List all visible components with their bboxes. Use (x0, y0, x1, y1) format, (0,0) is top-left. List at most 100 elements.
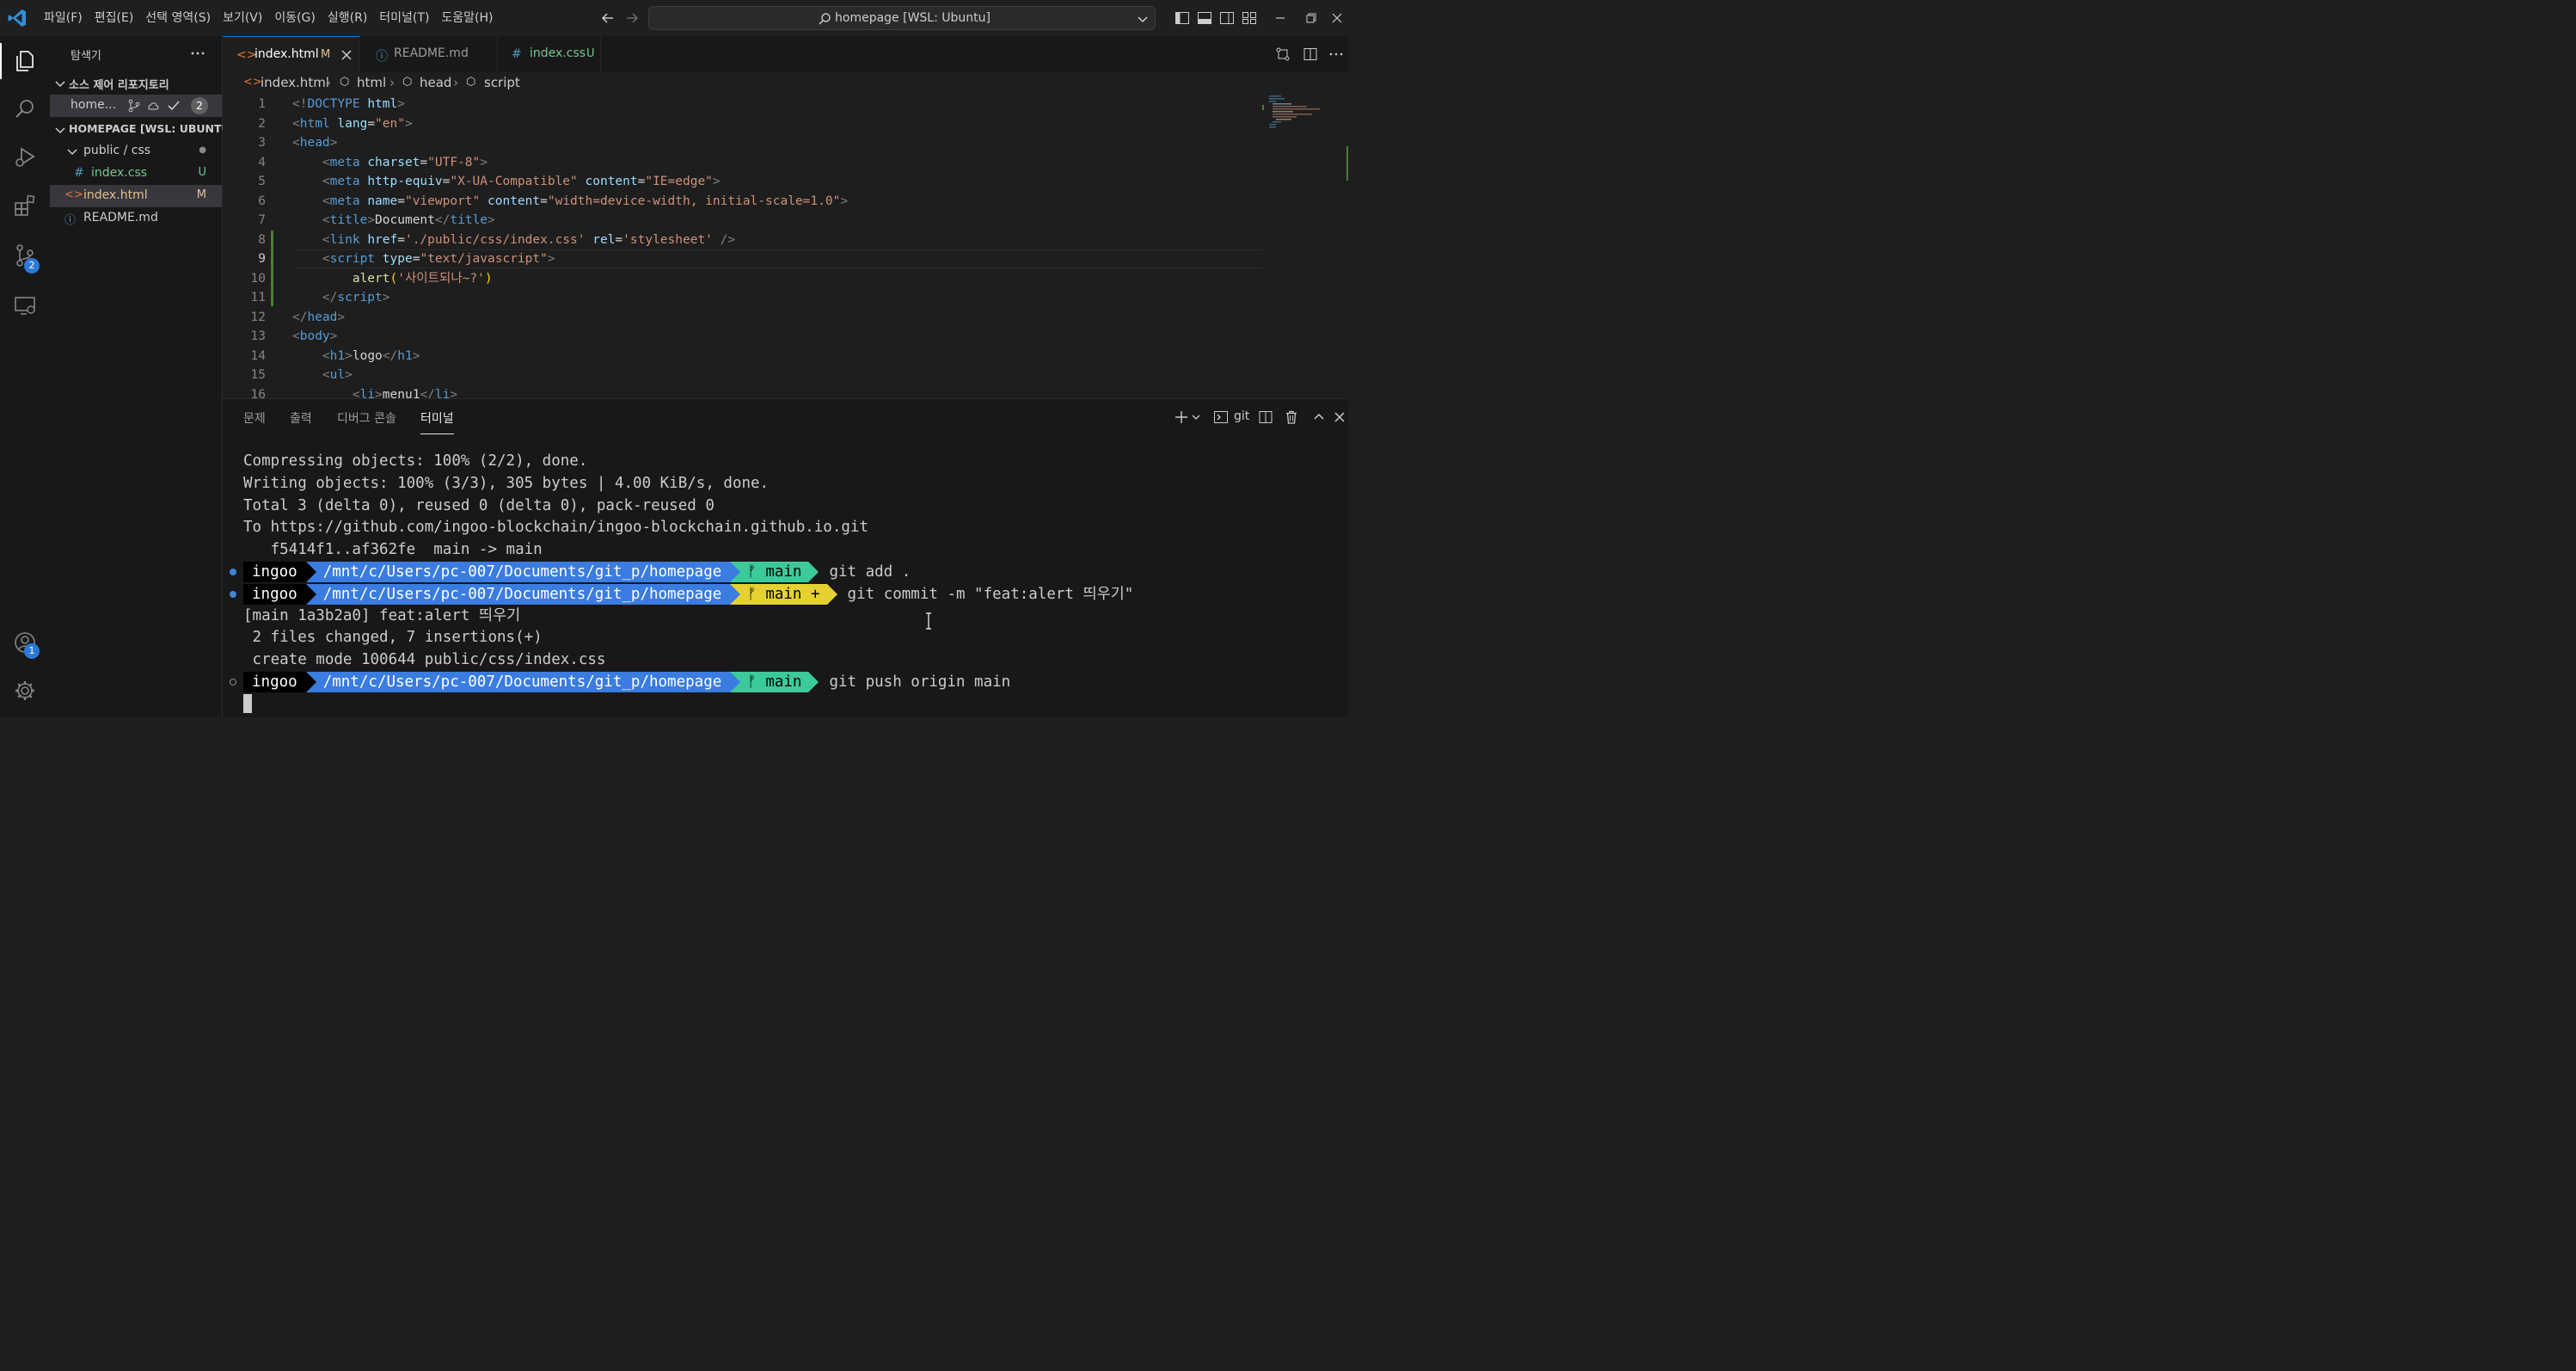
code-line[interactable]: 8 <link href='./public/css/index.css' re… (223, 231, 1348, 249)
extensions-icon (15, 194, 35, 216)
code-line[interactable]: 2 <html lang="en"> (223, 114, 1348, 133)
code-line[interactable]: 4 <meta charset="UTF-8"> (223, 153, 1348, 172)
trash-icon[interactable] (1284, 409, 1299, 425)
cloud-sync-icon[interactable] (146, 99, 160, 113)
panel-tab-debug-console[interactable]: 디버그 콘솔 (337, 409, 396, 427)
code-line[interactable]: 10 alert('사이트되나~?') (223, 269, 1348, 288)
tab-readme[interactable]: ⓘ README.md (360, 36, 498, 72)
restore-icon[interactable] (1303, 10, 1319, 26)
panel-tab-output[interactable]: 출력 (290, 409, 312, 427)
terminal-profile-label[interactable]: git (1234, 409, 1249, 423)
maximize-panel-icon[interactable] (1311, 409, 1327, 425)
line-number: 9 (258, 252, 266, 266)
search-icon (15, 100, 34, 118)
prompt-command: git commit -m "feat:alert 띄우기" (847, 586, 1134, 603)
git-branch-icon[interactable] (127, 99, 141, 113)
activity-run-debug[interactable] (0, 136, 50, 179)
activity-source-control[interactable]: 2 (0, 234, 50, 277)
command-success-dot[interactable] (230, 591, 236, 598)
code-line[interactable]: 5 <meta http-equiv="X-UA-Compatible" con… (223, 172, 1348, 191)
command-center[interactable]: homepage [WSL: Ubuntu] (648, 6, 1156, 30)
menu-view[interactable]: 보기(V) (217, 0, 268, 36)
tree-item-index-css[interactable]: # index.css U (50, 163, 222, 185)
breadcrumb-html[interactable]: html (357, 75, 386, 90)
customize-layout-icon[interactable] (1242, 10, 1257, 26)
breadcrumb-file[interactable]: index.html (261, 75, 329, 90)
menu-run[interactable]: 실행(R) (322, 0, 373, 36)
chevron-down-icon[interactable] (1191, 409, 1201, 425)
chevron-down-icon[interactable] (1136, 12, 1150, 26)
toggle-secondary-sidebar-icon[interactable] (1219, 10, 1235, 26)
menu-file[interactable]: 파일(F) (38, 0, 89, 36)
activity-accounts[interactable]: 1 (0, 621, 50, 664)
panel-tab-terminal[interactable]: 터미널 (420, 409, 454, 434)
code-token: = (367, 116, 376, 131)
code-line[interactable]: 1 <!DOCTYPE html> (223, 95, 1348, 114)
terminal-prompt: ingoo /mnt/c/Users/pc-007/Documents/git_… (243, 584, 1133, 605)
menu-go[interactable]: 이동(G) (268, 0, 322, 36)
tab-index-css[interactable]: # index.css U (498, 36, 601, 72)
scm-repo-name: home... (71, 98, 117, 112)
code-editor[interactable]: 1 <!DOCTYPE html> 2 <html lang="en"> 3 <head>… (223, 95, 1348, 398)
code-token: "X-UA-Compatible" (450, 175, 578, 188)
code-token: head (299, 136, 330, 150)
more-actions-icon[interactable] (1328, 46, 1344, 62)
activity-remote-explorer[interactable] (0, 284, 50, 327)
tree-item-index-html[interactable]: <> index.html M (50, 185, 222, 207)
breadcrumb-head[interactable]: head (420, 75, 451, 90)
more-actions-icon[interactable] (189, 46, 206, 60)
menu-help[interactable]: 도움말(H) (435, 0, 499, 36)
command-success-dot[interactable] (230, 569, 236, 575)
toggle-panel-icon[interactable] (1197, 10, 1212, 26)
tree-item-readme[interactable]: ⓘ README.md (50, 207, 222, 230)
scm-repo-row[interactable]: home... 2 (50, 95, 222, 117)
open-changes-icon[interactable] (1275, 46, 1291, 62)
activity-extensions[interactable] (0, 184, 50, 227)
code-line[interactable]: 15 <ul> (223, 366, 1348, 384)
code-token: < (292, 116, 300, 131)
arrow-right-icon[interactable] (624, 10, 640, 26)
folder-section-header[interactable]: HOMEPAGE [WSL: UBUNTU] (50, 119, 235, 141)
arrow-left-icon[interactable] (600, 10, 616, 26)
code-token: > (397, 97, 405, 111)
new-terminal-icon[interactable] (1174, 409, 1189, 425)
close-panel-icon[interactable] (1332, 409, 1347, 425)
code-line[interactable]: 6 <meta name="viewport" content="width=d… (223, 192, 1348, 211)
menu-edit[interactable]: 편집(E) (89, 0, 140, 36)
split-terminal-icon[interactable] (1258, 409, 1273, 425)
close-icon[interactable] (340, 49, 353, 61)
breadcrumb-script[interactable]: script (484, 75, 520, 90)
menu-terminal[interactable]: 터미널(T) (373, 0, 435, 36)
activity-manage[interactable] (0, 669, 50, 712)
code-line[interactable]: 7 <title>Document</title> (223, 211, 1348, 230)
code-line[interactable]: 14 <h1>logo</h1> (223, 347, 1348, 366)
code-line[interactable]: 16 <li>menu1</li> (223, 385, 1348, 399)
menu-selection[interactable]: 선택 영역(S) (139, 0, 217, 36)
tree-item-public-css[interactable]: public / css ● (50, 140, 222, 163)
vscode-logo-icon (8, 9, 26, 27)
minimap[interactable] (1262, 95, 1348, 398)
code-text: alert('사이트되나~?') (292, 269, 493, 288)
code-line[interactable]: 3 <head> (223, 133, 1348, 152)
code-token: meta (329, 155, 360, 169)
check-icon[interactable] (167, 99, 181, 113)
prompt-path: /mnt/c/Users/pc-007/Documents/git_p/home… (316, 672, 731, 692)
code-token: ) (484, 271, 493, 286)
toggle-primary-sidebar-icon[interactable] (1175, 10, 1190, 26)
code-token: > (450, 387, 458, 399)
command-running-dot[interactable] (230, 679, 236, 686)
close-window-icon[interactable] (1329, 10, 1345, 26)
activity-search[interactable] (0, 88, 50, 131)
tab-index-html[interactable]: <> index.html M (223, 36, 360, 72)
panel-tab-problems[interactable]: 문제 (243, 409, 266, 427)
code-line[interactable]: 13 <body> (223, 327, 1348, 346)
code-line[interactable]: 11 </script> (223, 288, 1348, 307)
code-line[interactable]: 12 </head> (223, 308, 1348, 327)
minimize-icon[interactable] (1273, 10, 1288, 26)
code-line[interactable]: 9 <script type="text/javascript"> (223, 249, 1348, 268)
activity-explorer[interactable] (0, 40, 50, 83)
scm-section-header[interactable]: 소스 제어 리포지토리 (50, 72, 222, 95)
split-editor-icon[interactable] (1303, 46, 1318, 62)
